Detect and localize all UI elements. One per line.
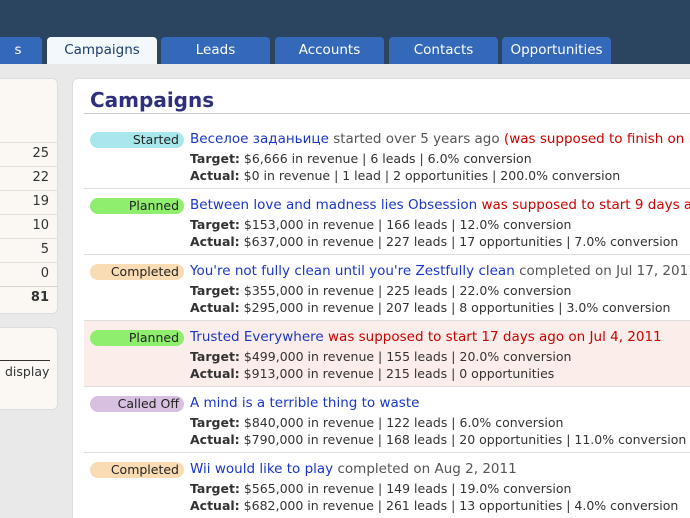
campaign-actual: Actual: $295,000 in revenue | 207 leads … <box>190 300 670 315</box>
campaign-target: Target: $840,000 in revenue | 122 leads … <box>190 415 563 430</box>
stat-count: 25 <box>0 142 58 166</box>
sidebar-stats-panel: 25 22 19 10 5 0 81 <box>0 78 58 314</box>
actual-values: $682,000 in revenue | 261 leads | 13 opp… <box>243 498 679 513</box>
campaign-actual: Actual: $913,000 in revenue | 215 leads … <box>190 366 554 381</box>
actual-label: Actual: <box>190 234 240 249</box>
stat-total: 81 <box>0 286 58 310</box>
target-label: Target: <box>190 283 240 298</box>
campaign-target: Target: $153,000 in revenue | 166 leads … <box>190 217 571 232</box>
status-badge: Started <box>90 132 184 148</box>
campaign-link[interactable]: You're not fully clean until you're Zest… <box>190 263 515 279</box>
campaign-item: Started Веселое заданьице started over 5… <box>84 123 690 189</box>
divider <box>0 360 50 361</box>
target-label: Target: <box>190 415 240 430</box>
target-values: $153,000 in revenue | 166 leads | 12.0% … <box>243 217 572 232</box>
target-values: $565,000 in revenue | 149 leads | 19.0% … <box>243 481 572 496</box>
stat-count: 10 <box>0 214 58 238</box>
campaign-item: Completed Wii would like to play complet… <box>84 453 690 518</box>
status-badge: Called Off <box>90 396 184 412</box>
target-values: $355,000 in revenue | 225 leads | 22.0% … <box>243 283 572 298</box>
campaign-item: Called Off A mind is a terrible thing to… <box>84 387 690 453</box>
campaign-status-note: completed on Jul 17, 2011 <box>519 263 690 279</box>
campaign-header: Wii would like to play completed on Aug … <box>190 461 517 477</box>
actual-label: Actual: <box>190 168 240 183</box>
campaign-target: Target: $355,000 in revenue | 225 leads … <box>190 283 571 298</box>
campaign-status-note: completed on Aug 2, 2011 <box>337 461 517 477</box>
status-badge: Planned <box>90 198 184 214</box>
tab-leads[interactable]: Leads <box>161 37 270 64</box>
target-label: Target: <box>190 217 240 232</box>
campaign-warning: was supposed to start 9 days ago on <box>481 197 690 213</box>
target-label: Target: <box>190 151 240 166</box>
campaign-link[interactable]: Trusted Everywhere <box>190 329 324 345</box>
stat-count: 19 <box>0 190 58 214</box>
stat-count: 0 <box>0 262 58 286</box>
top-navigation-bar: s Campaigns Leads Accounts Contacts Oppo… <box>0 0 690 64</box>
actual-values: $295,000 in revenue | 207 leads | 8 oppo… <box>243 300 671 315</box>
campaign-header: A mind is a terrible thing to waste <box>190 395 419 411</box>
tab-partial[interactable]: s <box>0 37 42 64</box>
target-values: $499,000 in revenue | 155 leads | 20.0% … <box>243 349 572 364</box>
display-option-label[interactable]: display <box>5 364 49 379</box>
campaign-item: Planned Trusted Everywhere was supposed … <box>84 321 690 387</box>
campaign-target: Target: $6,666 in revenue | 6 leads | 6.… <box>190 151 532 166</box>
divider <box>84 113 690 114</box>
page-title: Campaigns <box>90 88 215 112</box>
actual-label: Actual: <box>190 366 240 381</box>
campaign-link[interactable]: Wii would like to play <box>190 461 333 477</box>
campaign-actual: Actual: $637,000 in revenue | 227 leads … <box>190 234 678 249</box>
campaign-item: Completed You're not fully clean until y… <box>84 255 690 321</box>
actual-label: Actual: <box>190 432 240 447</box>
campaign-actual: Actual: $790,000 in revenue | 168 leads … <box>190 432 686 447</box>
actual-values: $913,000 in revenue | 215 leads | 0 oppo… <box>243 366 555 381</box>
target-values: $6,666 in revenue | 6 leads | 6.0% conve… <box>243 151 532 166</box>
campaigns-panel: Campaigns Started Веселое заданьице star… <box>72 78 690 518</box>
campaign-header: You're not fully clean until you're Zest… <box>190 263 690 279</box>
tab-campaigns[interactable]: Campaigns <box>47 37 157 64</box>
campaign-target: Target: $565,000 in revenue | 149 leads … <box>190 481 571 496</box>
actual-label: Actual: <box>190 498 240 513</box>
campaign-link[interactable]: A mind is a terrible thing to waste <box>190 395 419 411</box>
sidebar-options-panel: display <box>0 327 58 410</box>
stat-count: 5 <box>0 238 58 262</box>
campaign-link[interactable]: Веселое заданьице <box>190 131 329 147</box>
actual-values: $790,000 in revenue | 168 leads | 20 opp… <box>243 432 687 447</box>
status-badge: Planned <box>90 330 184 346</box>
campaign-warning: (was supposed to finish on Nov 12, <box>503 131 690 147</box>
tab-contacts[interactable]: Contacts <box>389 37 498 64</box>
target-label: Target: <box>190 349 240 364</box>
stat-count: 22 <box>0 166 58 190</box>
campaign-status-note: started over 5 years ago <box>333 131 500 147</box>
campaign-actual: Actual: $682,000 in revenue | 261 leads … <box>190 498 678 513</box>
campaign-actual: Actual: $0 in revenue | 1 lead | 2 oppor… <box>190 168 620 183</box>
campaign-item: Planned Between love and madness lies Ob… <box>84 189 690 255</box>
tab-accounts[interactable]: Accounts <box>275 37 384 64</box>
target-values: $840,000 in revenue | 122 leads | 6.0% c… <box>243 415 564 430</box>
campaign-link[interactable]: Between love and madness lies Obsession <box>190 197 477 213</box>
status-badge: Completed <box>90 264 184 280</box>
campaign-warning: was supposed to start 17 days ago on Jul… <box>328 329 662 345</box>
actual-values: $637,000 in revenue | 227 leads | 17 opp… <box>243 234 679 249</box>
tab-opportunities[interactable]: Opportunities <box>502 37 611 64</box>
actual-label: Actual: <box>190 300 240 315</box>
campaign-target: Target: $499,000 in revenue | 155 leads … <box>190 349 571 364</box>
campaign-header: Between love and madness lies Obsession … <box>190 197 690 213</box>
campaign-header: Веселое заданьице started over 5 years a… <box>190 131 690 147</box>
target-label: Target: <box>190 481 240 496</box>
actual-values: $0 in revenue | 1 lead | 2 opportunities… <box>243 168 621 183</box>
status-badge: Completed <box>90 462 184 478</box>
campaign-header: Trusted Everywhere was supposed to start… <box>190 329 662 345</box>
